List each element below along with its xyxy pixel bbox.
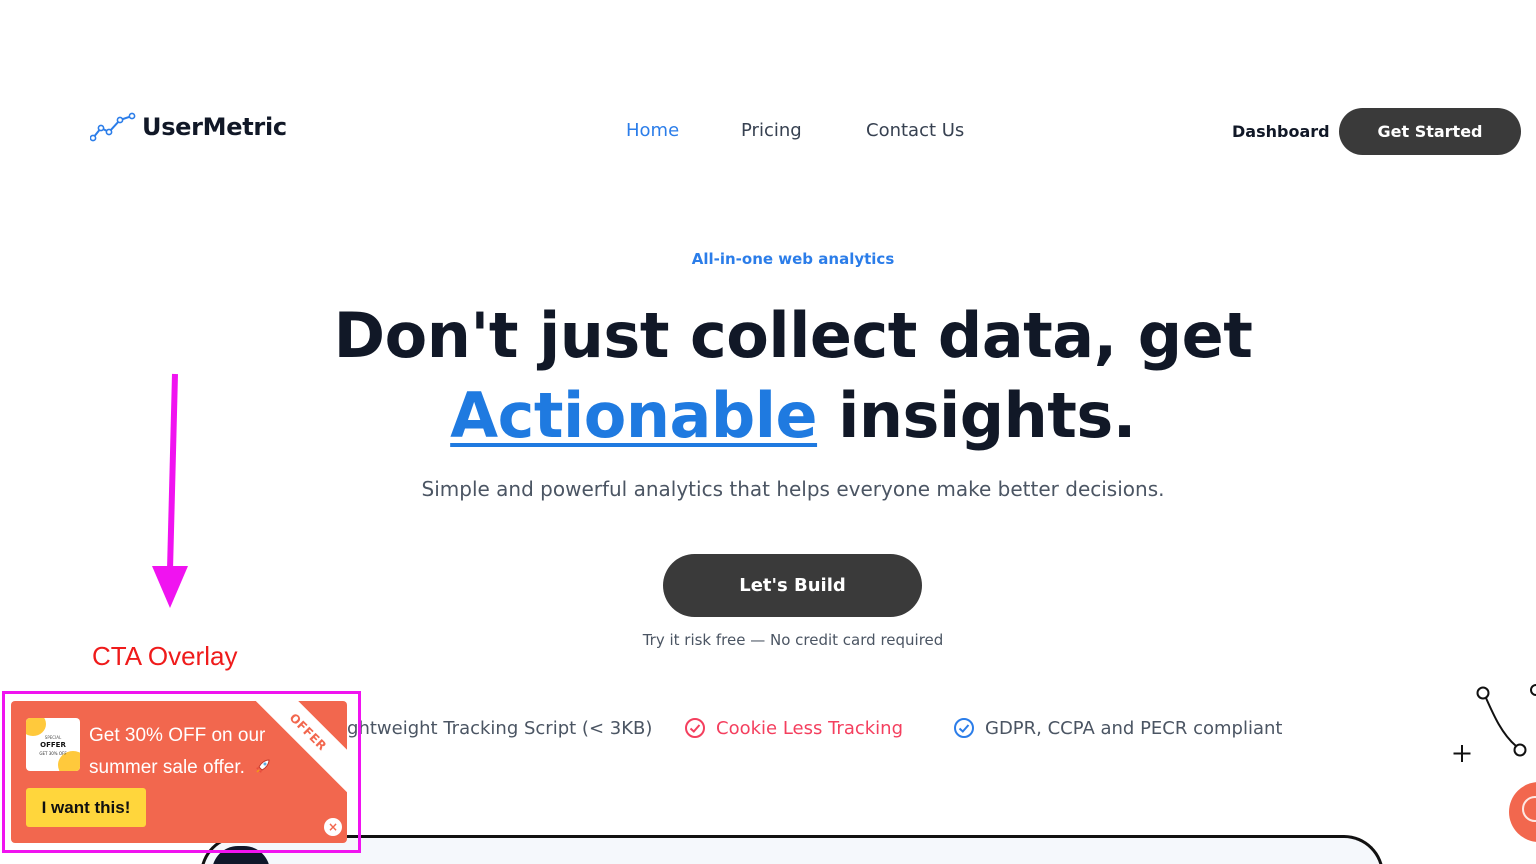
hero-subtitle: Simple and powerful analytics that helps…	[421, 477, 1165, 501]
annotation-arrow-icon	[152, 373, 188, 608]
hero-title-rest: insights.	[817, 379, 1136, 452]
check-circle-icon	[685, 718, 705, 738]
feature-label: GDPR, CCPA and PECR compliant	[985, 717, 1283, 739]
hero-title-line1: Don't just collect data, get	[333, 299, 1253, 372]
nav-pricing-link[interactable]: Pricing	[741, 120, 802, 141]
lets-build-button[interactable]: Let's Build	[663, 554, 922, 617]
get-started-button[interactable]: Get Started	[1339, 108, 1521, 155]
dashboard-preview-frame	[200, 835, 1384, 864]
annotation-label: CTA Overlay	[92, 641, 238, 671]
hero-title: Don't just collect data, get Actionable …	[0, 296, 1536, 456]
check-circle-icon	[954, 718, 974, 738]
hero-eyebrow: All-in-one web analytics	[691, 250, 895, 268]
feature-label: Cookie Less Tracking	[716, 717, 904, 739]
feature-item-cookieless: Cookie Less Tracking	[684, 717, 903, 739]
feature-label: Lightweight Tracking Script (< 3KB)	[332, 717, 653, 739]
nav-contact-link[interactable]: Contact Us	[866, 120, 964, 141]
decorative-lines-icon	[1453, 684, 1536, 762]
dashboard-link[interactable]: Dashboard	[1232, 122, 1330, 141]
feature-item-gdpr: GDPR, CCPA and PECR compliant	[953, 717, 1282, 739]
hero-title-accent: Actionable	[450, 379, 818, 452]
annotation-highlight-box	[2, 691, 361, 853]
nav-home-link[interactable]: Home	[626, 120, 679, 141]
